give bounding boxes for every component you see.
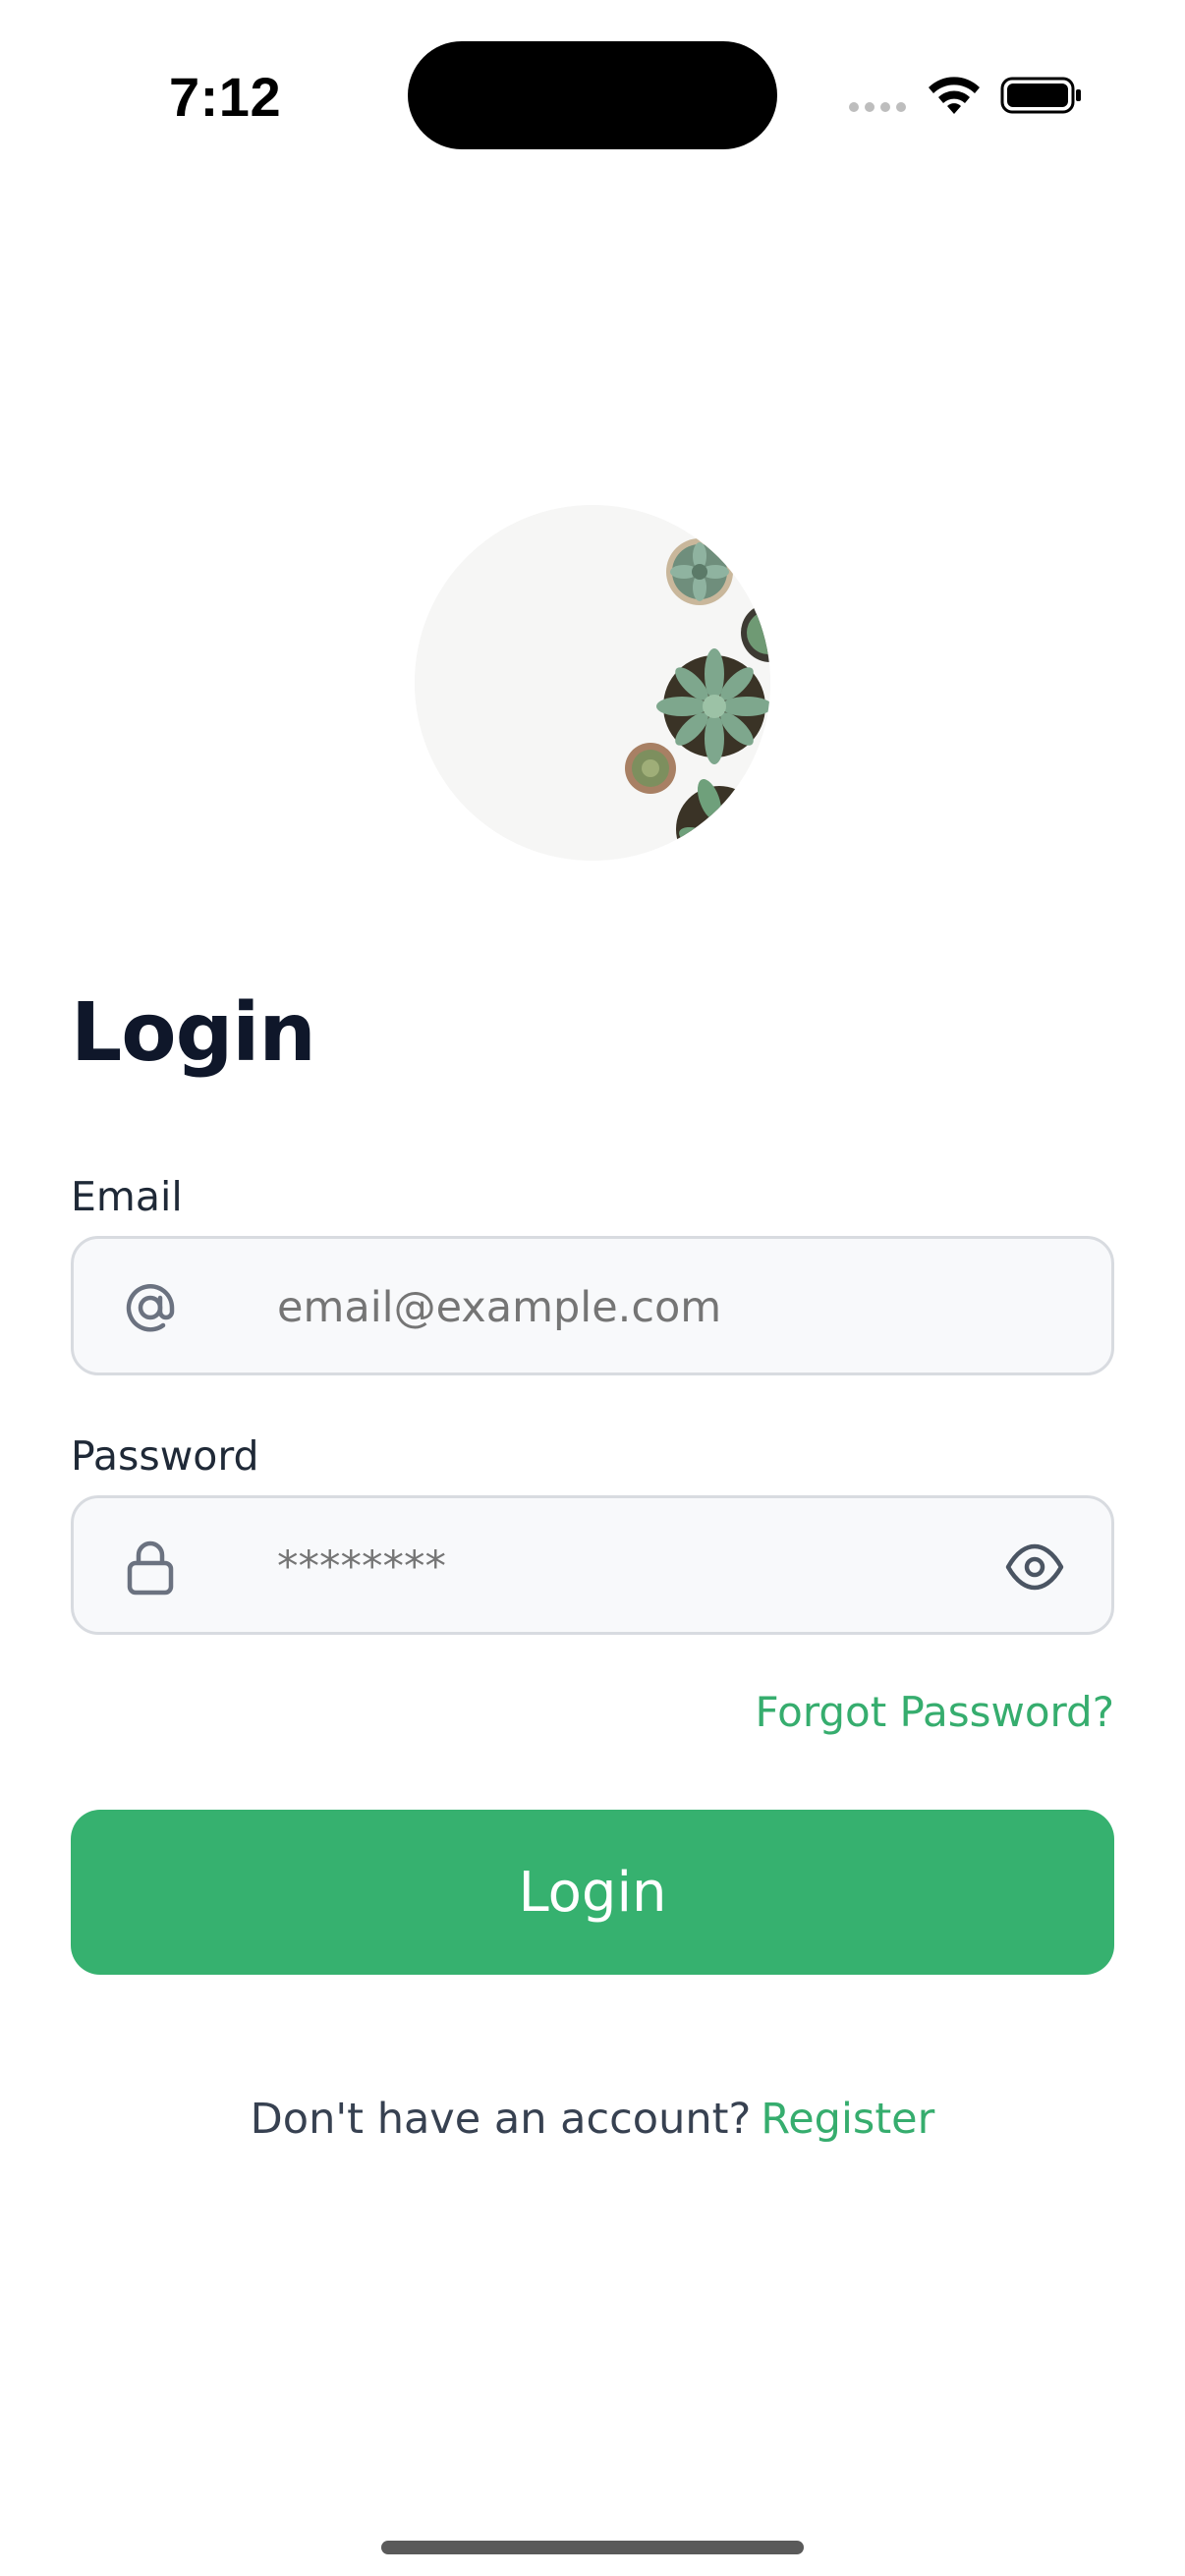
- register-link[interactable]: Register: [761, 2095, 934, 2144]
- home-indicator[interactable]: [381, 2541, 804, 2554]
- email-input[interactable]: [277, 1278, 1024, 1337]
- cellular-signal-icon: [849, 102, 906, 112]
- eye-icon[interactable]: [1005, 1541, 1064, 1593]
- battery-icon: [1000, 77, 1081, 114]
- password-label: Password: [71, 1432, 259, 1480]
- login-button[interactable]: Login: [71, 1810, 1114, 1975]
- register-row: Don't have an account? Register: [0, 2095, 1185, 2144]
- at-icon: [126, 1284, 175, 1332]
- email-label: Email: [71, 1173, 183, 1220]
- lock-icon: [127, 1540, 174, 1596]
- forgot-password-link[interactable]: Forgot Password?: [755, 1688, 1114, 1736]
- wifi-icon: [929, 77, 980, 114]
- page-title: Login: [71, 986, 316, 1080]
- password-input[interactable]: [277, 1538, 1024, 1596]
- password-field[interactable]: [71, 1495, 1114, 1635]
- register-prompt: Don't have an account?: [250, 2095, 752, 2144]
- dynamic-island: [408, 41, 777, 149]
- email-field[interactable]: [71, 1236, 1114, 1375]
- hero-plants-image: [415, 505, 770, 861]
- status-time: 7:12: [169, 66, 282, 128]
